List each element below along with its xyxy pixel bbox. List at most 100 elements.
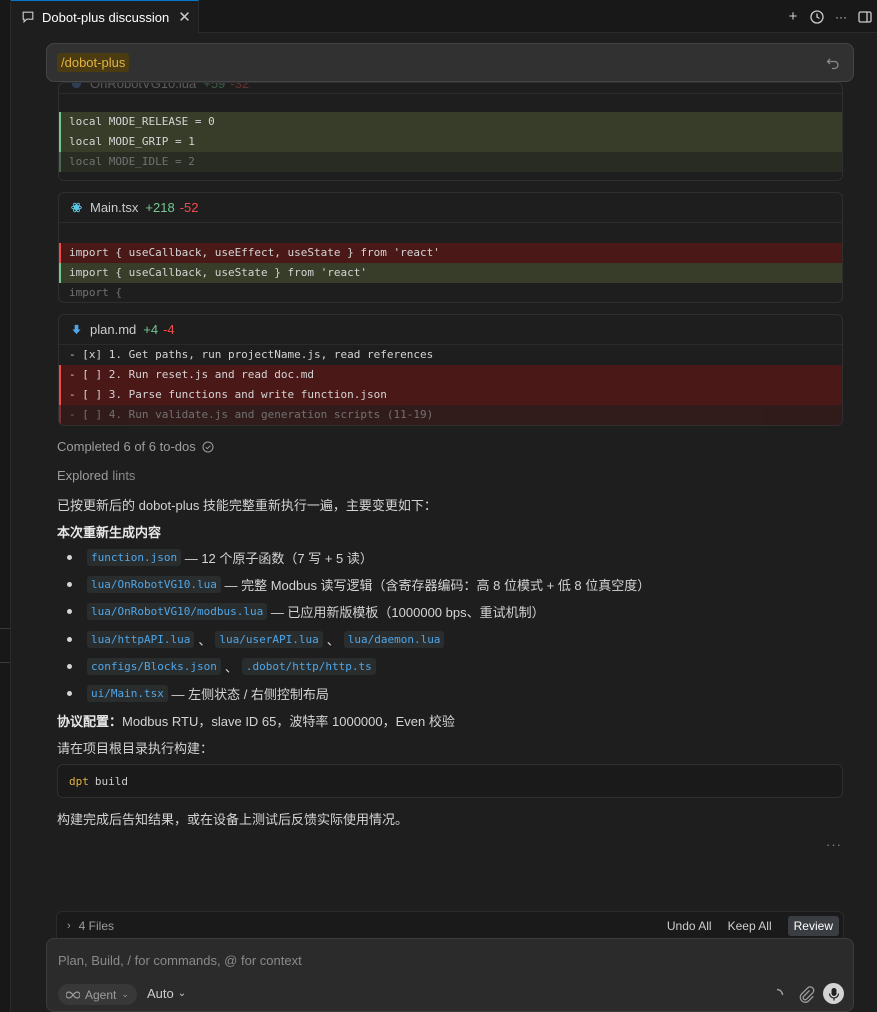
- protocol-label: 协议配置：: [57, 714, 123, 729]
- close-icon[interactable]: ✕: [178, 8, 191, 26]
- diff-line: local MODE_IDLE = 2: [59, 152, 842, 172]
- react-icon: [71, 202, 82, 213]
- explored-status: Explored lints: [57, 468, 135, 483]
- diff-card-onrobot[interactable]: OnRobotVG10.lua +59 -32 local MODE_RELEA…: [58, 82, 843, 181]
- bullet-dot: [67, 664, 72, 669]
- list-item: function.json — 12 个原子函数（7 写 + 5 读）: [67, 548, 373, 567]
- chat-icon: [22, 11, 34, 24]
- chat-input[interactable]: Plan, Build, / for commands, @ for conte…: [58, 953, 302, 968]
- loading-spinner-icon: [776, 988, 784, 996]
- protocol-line: 协议配置：Modbus RTU，slave ID 65，波特率 1000000，…: [57, 711, 455, 730]
- diff-added-count: +218: [145, 200, 175, 215]
- diff-card-header: plan.md +4 -4: [59, 315, 842, 344]
- diff-added-count: +4: [143, 322, 159, 337]
- diff-line: - [x] 1. Get paths, run projectName.js, …: [69, 348, 434, 361]
- list-item: ui/Main.tsx — 左侧状态 / 右侧控制布局: [67, 684, 329, 703]
- files-count[interactable]: 4 Files: [79, 919, 114, 933]
- changed-files-bar: › 4 Files Undo All Keep All Review: [56, 911, 844, 940]
- diff-card-header: Main.tsx +218 -52: [59, 193, 842, 222]
- tab-title: Dobot-plus discussion: [42, 9, 170, 25]
- left-gutter: [0, 0, 11, 1012]
- tab-discussion[interactable]: Dobot-plus discussion ✕: [11, 0, 199, 33]
- diff-line: - [ ] 4. Run validate.js and generation …: [59, 405, 842, 425]
- agent-mode-dropdown[interactable]: Agent ⌄: [58, 984, 137, 1005]
- history-icon[interactable]: [809, 9, 825, 25]
- undo-all-button[interactable]: Undo All: [667, 919, 712, 933]
- chevron-down-icon: ⌄: [177, 988, 187, 999]
- attach-icon[interactable]: [797, 985, 815, 1003]
- inline-code[interactable]: lua/httpAPI.lua: [87, 631, 195, 648]
- list-item: configs/Blocks.json、 .dobot/http/http.ts: [67, 657, 376, 676]
- message-intro: 已按更新后的 dobot-plus 技能完整重新执行一遍，主要变更如下：: [57, 498, 437, 513]
- code-argument: build: [94, 774, 128, 788]
- build-code-block[interactable]: dpt build: [57, 764, 843, 798]
- diff-file-name: plan.md: [90, 322, 137, 337]
- protocol-text: Modbus RTU，slave ID 65，波特率 1000000，Even …: [122, 714, 455, 729]
- diff-removed-count: -4: [163, 322, 175, 337]
- files-actions: Undo All Keep All Review: [667, 915, 843, 936]
- inline-code[interactable]: lua/userAPI.lua: [215, 631, 323, 648]
- review-button[interactable]: Review: [787, 915, 839, 936]
- todo-status: Completed 6 of 6 to-dos: [57, 439, 214, 454]
- diff-card-main[interactable]: Main.tsx +218 -52 import { useCallback, …: [58, 192, 843, 303]
- chat-panel: /dobot-plus OnRobotVG10.lua +59 -32 loca…: [11, 34, 877, 1012]
- tab-bar: Dobot-plus discussion ✕ + ···: [11, 0, 877, 33]
- list-item-text: — 左侧状态 / 右侧控制布局: [171, 687, 329, 702]
- gutter-mark: [0, 662, 10, 663]
- diff-line: local MODE_GRIP = 1: [59, 132, 842, 152]
- separator: 、: [224, 660, 238, 675]
- message-outro: 构建完成后告知结果，或在设备上测试后反馈实际使用情况。: [57, 812, 409, 827]
- bullet-dot: [67, 582, 72, 587]
- inline-code[interactable]: ui/Main.tsx: [87, 685, 168, 702]
- explored-prefix: Explored: [57, 468, 109, 483]
- list-item-text: — 12 个原子函数（7 写 + 5 读）: [184, 551, 373, 566]
- list-item: lua/OnRobotVG10/modbus.lua — 已应用新版模板（100…: [67, 602, 545, 621]
- more-icon[interactable]: ···: [833, 9, 849, 25]
- diff-card-plan[interactable]: plan.md +4 -4 - [x] 1. Get paths, run pr…: [58, 314, 843, 426]
- gutter-mark: [0, 628, 10, 629]
- keep-all-button[interactable]: Keep All: [728, 919, 772, 933]
- diff-file-name: Main.tsx: [90, 200, 139, 215]
- separator: 、: [326, 633, 340, 648]
- panel-toggle-icon[interactable]: [857, 9, 873, 25]
- bullet-dot: [67, 555, 72, 560]
- inline-code[interactable]: function.json: [87, 549, 182, 566]
- check-circle-icon: [202, 441, 214, 452]
- tab-actions: + ···: [785, 0, 877, 33]
- agent-label: Agent: [85, 987, 117, 1002]
- voice-input-button[interactable]: [823, 983, 844, 1004]
- inline-code[interactable]: lua/daemon.lua: [343, 631, 445, 648]
- bullet-dot: [67, 609, 72, 614]
- more-options-icon[interactable]: ···: [826, 837, 842, 852]
- bullet-dot: [67, 637, 72, 642]
- model-dropdown[interactable]: Auto ⌄: [147, 986, 186, 1001]
- list-item-text: — 完整 Modbus 读写逻辑（含寄存器编码：高 8 位模式 + 低 8 位真…: [224, 578, 651, 593]
- diff-line: import { useCallback, useEffect, useStat…: [59, 243, 842, 263]
- user-command-box[interactable]: /dobot-plus: [46, 43, 854, 82]
- diff-line: - [ ] 3. Parse functions and write funct…: [59, 385, 842, 405]
- diff-removed-count: -32: [230, 82, 250, 91]
- diff-line: import {: [69, 286, 122, 299]
- diff-card-header: OnRobotVG10.lua +59 -32: [59, 82, 842, 93]
- inline-code[interactable]: configs/Blocks.json: [87, 658, 221, 675]
- code-command: dpt: [69, 774, 89, 788]
- chevron-right-icon[interactable]: ›: [67, 920, 71, 932]
- bullet-dot: [67, 691, 72, 696]
- new-chat-button[interactable]: +: [785, 8, 801, 25]
- command-chip: /dobot-plus: [57, 53, 130, 72]
- infinity-icon: [66, 990, 80, 999]
- diff-line: - [ ] 2. Run reset.js and read doc.md: [59, 365, 842, 385]
- model-label: Auto: [147, 986, 174, 1001]
- undo-icon[interactable]: [825, 55, 841, 71]
- section-title-text: 本次重新生成内容: [57, 525, 162, 540]
- download-file-icon: [72, 324, 81, 335]
- inline-code[interactable]: lua/OnRobotVG10.lua: [87, 576, 221, 593]
- separator: 、: [198, 633, 212, 648]
- inline-code[interactable]: lua/OnRobotVG10/modbus.lua: [87, 603, 268, 620]
- list-item-text: — 已应用新版模板（1000000 bps、重试机制）: [270, 605, 545, 620]
- inline-code[interactable]: .dobot/http/http.ts: [241, 658, 376, 675]
- lua-file-icon: [71, 83, 82, 89]
- todo-status-text: Completed 6 of 6 to-dos: [57, 439, 196, 454]
- explored-link[interactable]: lints: [112, 468, 135, 483]
- chat-composer[interactable]: Plan, Build, / for commands, @ for conte…: [46, 938, 854, 1012]
